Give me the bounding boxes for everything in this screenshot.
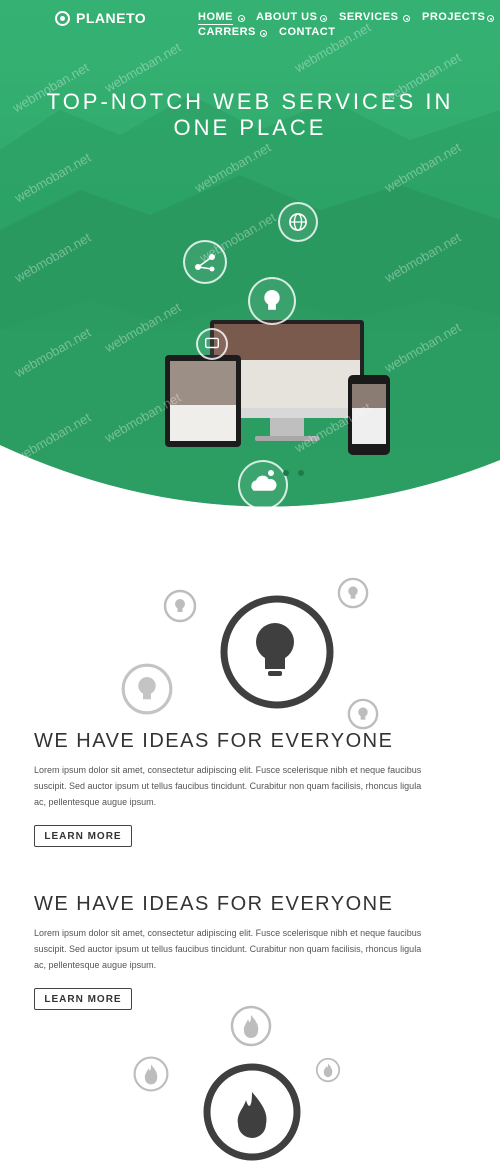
flame-icon — [315, 1057, 341, 1083]
lightbulb-icon — [219, 594, 335, 710]
nav-separator-icon — [487, 15, 494, 22]
lightbulb-icon — [163, 589, 197, 623]
lightbulb-icon — [248, 277, 296, 325]
chat-icon — [196, 328, 228, 360]
logo[interactable]: PLANETO — [55, 10, 146, 26]
learn-more-button[interactable]: LEARN MORE — [34, 988, 132, 1010]
nav-item-home[interactable]: HOME — [198, 11, 233, 25]
nav-separator-icon — [260, 30, 267, 37]
network-icon — [183, 240, 227, 284]
brand-name: PLANETO — [76, 10, 147, 26]
section-text: Lorem ipsum dolor sit amet, consectetur … — [34, 928, 422, 970]
hero-banner: webmoban.net webmoban.net webmoban.net w… — [0, 0, 500, 510]
globe-icon — [278, 202, 318, 242]
slider-dot[interactable] — [283, 470, 289, 476]
nav-separator-icon — [238, 15, 245, 22]
nav-separator-icon — [403, 15, 410, 22]
slider-dot[interactable] — [298, 470, 304, 476]
flame-icon — [132, 1055, 170, 1093]
nav-separator-icon — [320, 15, 327, 22]
hero-title-line1: TOP-NOTCH WEB SERVICES IN — [46, 89, 454, 114]
lightbulb-icon — [347, 698, 379, 730]
lightbulb-icon — [120, 662, 174, 716]
section-title: WE HAVE IDEAS FOR EVERYONE — [34, 730, 394, 752]
section-title: WE HAVE IDEAS FOR EVERYONE — [34, 893, 394, 915]
site-header: PLANETO HOME ABOUT US SERVICES PROJECTS … — [0, 0, 500, 46]
slider-dot-active[interactable] — [268, 470, 274, 476]
hero-title-line2: ONE PLACE — [173, 115, 327, 140]
hero-title: TOP-NOTCH WEB SERVICES IN ONE PLACE — [0, 89, 500, 141]
hero-background — [0, 0, 500, 507]
logo-icon — [55, 10, 70, 26]
lightbulb-icon — [337, 577, 369, 609]
nav-item-carrers[interactable]: CARRERS — [198, 26, 256, 38]
nav-item-about-us[interactable]: ABOUT US — [256, 11, 317, 23]
learn-more-button[interactable]: LEARN MORE — [34, 825, 132, 847]
nav-item-projects[interactable]: PROJECTS — [422, 11, 485, 23]
cloud-icon — [238, 460, 288, 510]
nav-item-contact[interactable]: CONTACT — [279, 26, 335, 38]
nav-item-services[interactable]: SERVICES — [339, 11, 398, 23]
flame-icon — [202, 1062, 302, 1162]
section-text: Lorem ipsum dolor sit amet, consectetur … — [34, 765, 422, 807]
flame-icon — [229, 1004, 273, 1048]
